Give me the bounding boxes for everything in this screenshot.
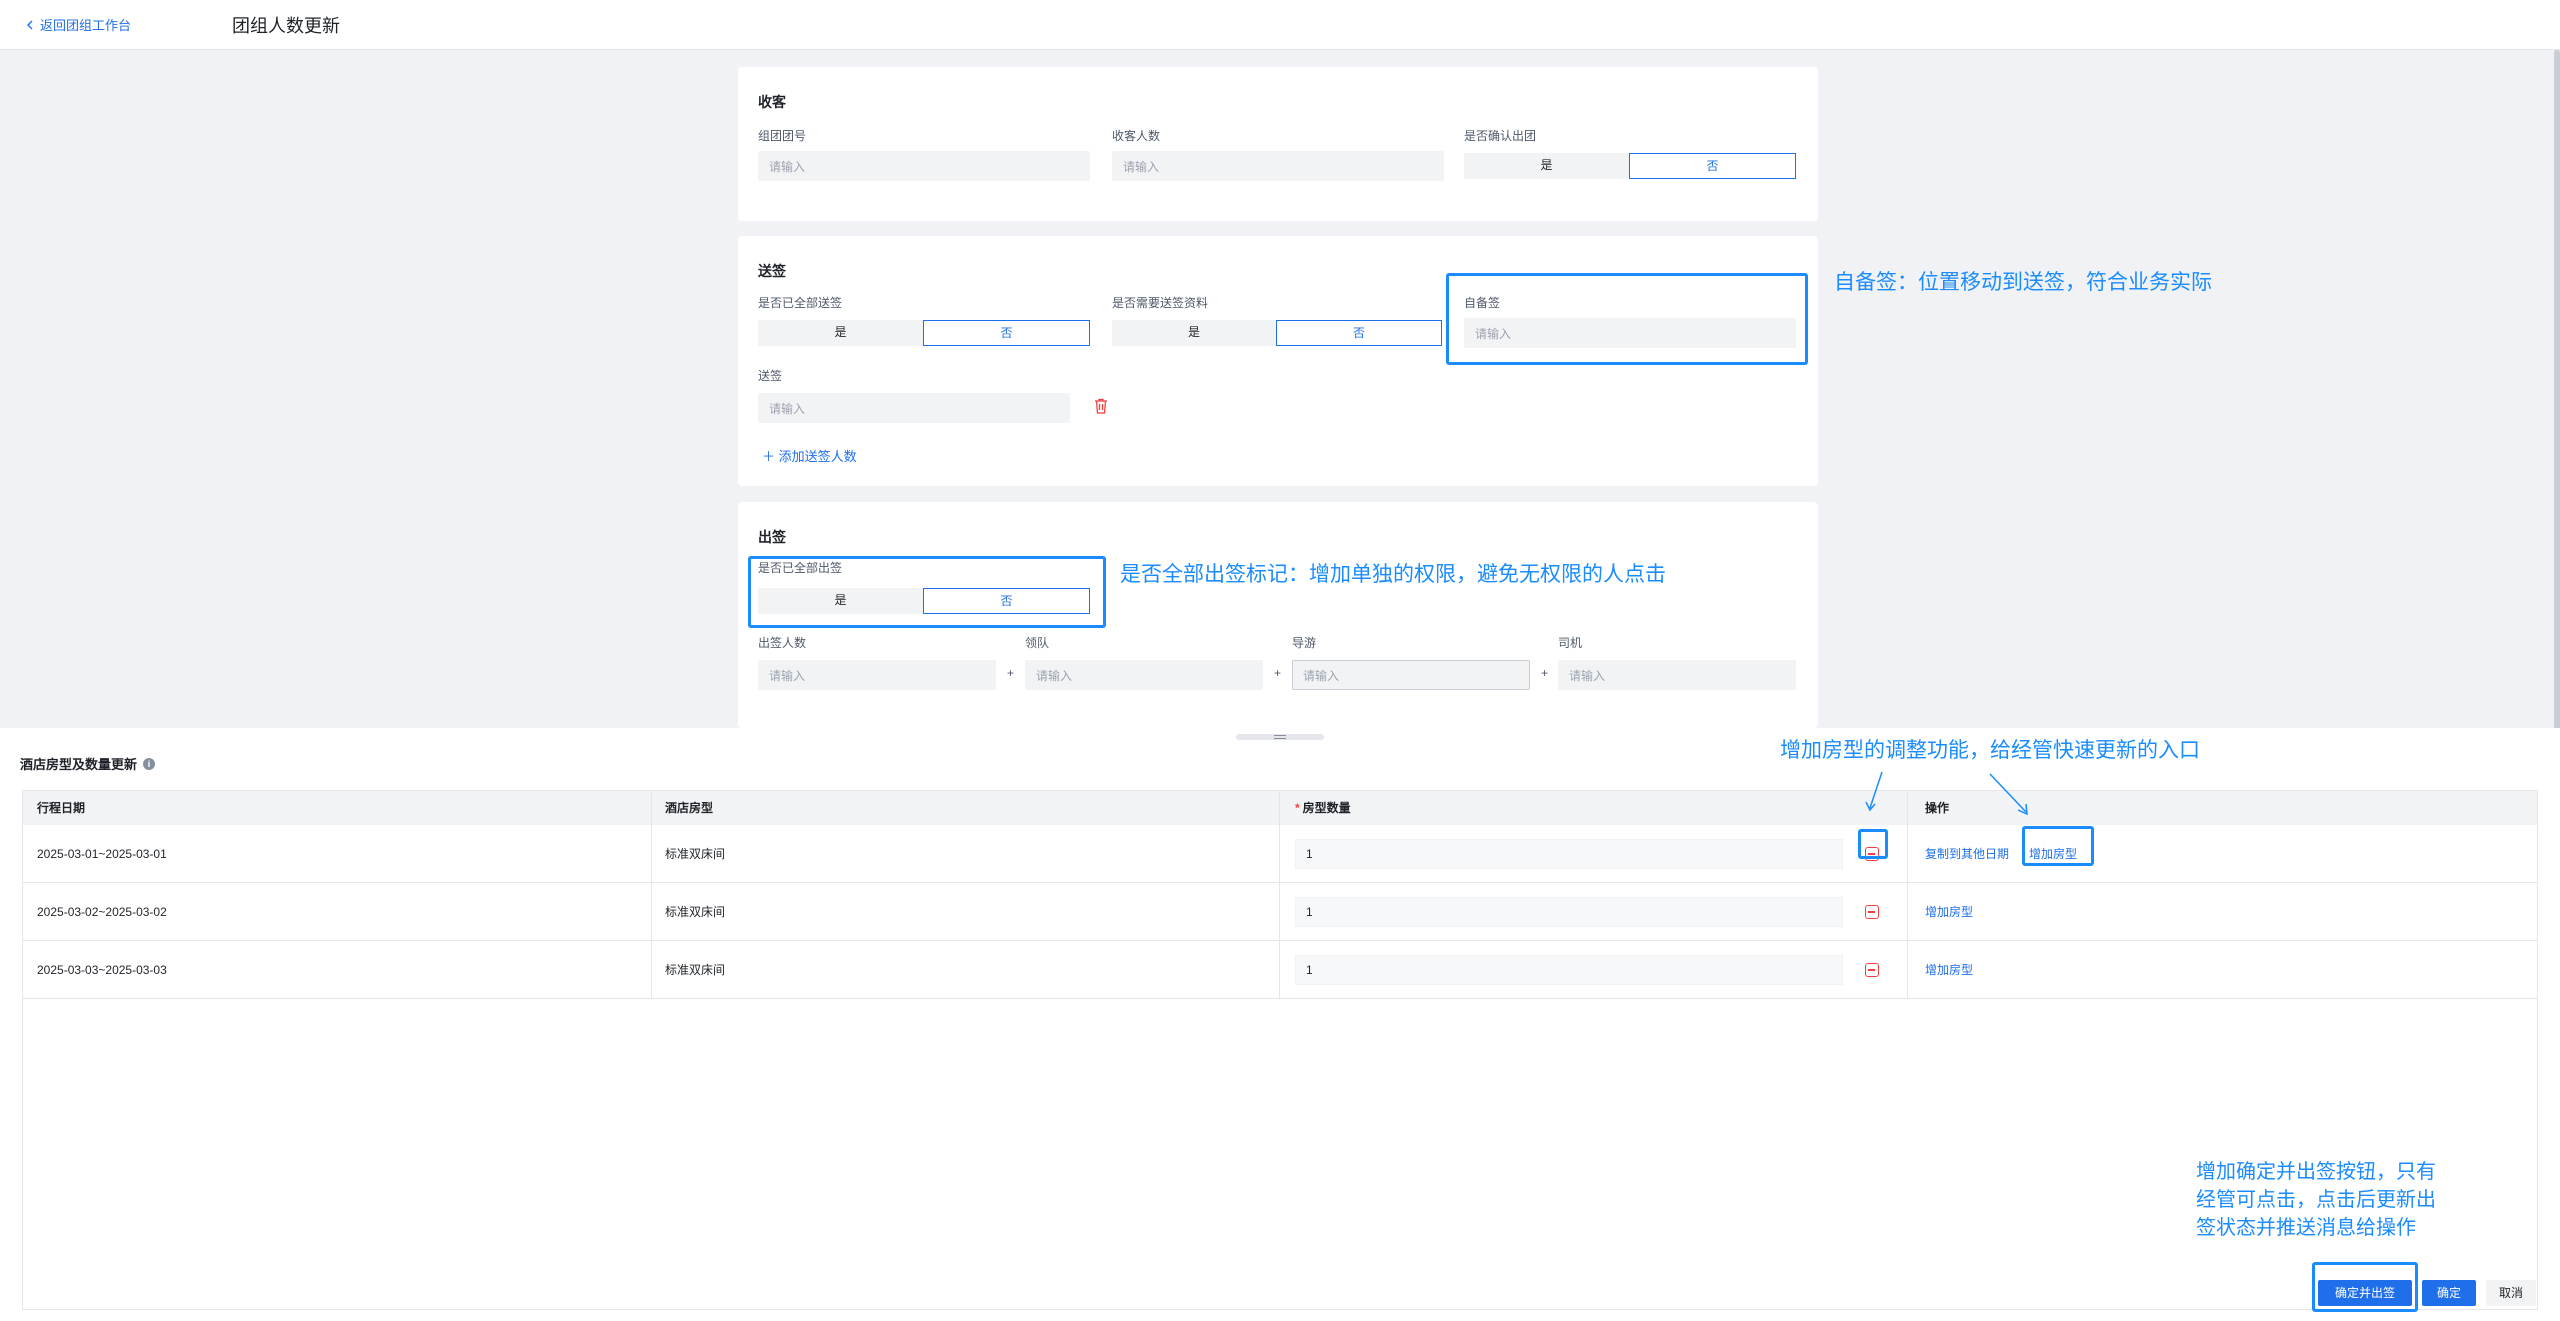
confirm-and-out-button[interactable]: 确定并出签 — [2318, 1280, 2412, 1306]
annotation-confirm-out: 增加确定并出签按钮，只有 经管可点击，点击后更新出 签状态并推送消息给操作 — [2196, 1158, 2436, 1242]
annotation-arrows — [1865, 771, 2028, 816]
grip-icon — [1274, 735, 1286, 739]
row-date: 2025-03-03~2025-03-03 — [37, 963, 167, 977]
plus-separator: + — [1274, 666, 1282, 680]
row-date: 2025-03-02~2025-03-02 — [37, 905, 167, 919]
annotation-confirm-out-line: 经管可点击，点击后更新出 — [2196, 1189, 2436, 1211]
row-room: 标准双床间 — [665, 905, 726, 919]
remove-room-icon[interactable] — [1865, 905, 1879, 919]
annotation-self-visa: 自备签：位置移动到送签，符合业务实际 — [1834, 271, 2212, 294]
leader-input[interactable]: 请输入 — [1025, 660, 1263, 690]
remove-room-icon[interactable] — [1865, 963, 1879, 977]
cancel-button[interactable]: 取消 — [2486, 1280, 2536, 1306]
plus-separator: + — [1007, 666, 1015, 680]
guide-label: 导游 — [1292, 636, 1317, 650]
need-docs-label: 是否需要送签资料 — [1112, 296, 1209, 310]
row-date: 2025-03-01~2025-03-01 — [37, 847, 167, 861]
all-sent-yes[interactable]: 是 — [758, 320, 923, 346]
confirm-group-no[interactable]: 否 — [1629, 153, 1796, 179]
table-row: 2025-03-01~2025-03-01 标准双床间 1 复制到其他日期 增加… — [23, 825, 2537, 883]
group-no-label: 组团团号 — [758, 129, 807, 143]
row-room: 标准双床间 — [665, 963, 726, 977]
col-qty: * 房型数量 — [1295, 791, 1351, 825]
hotel-table: 行程日期 酒店房型 * 房型数量 操作 2025-03-01~2025-03-01… — [22, 790, 2538, 1310]
annotation-all-out: 是否全部出签标记：增加单独的权限，避免无权限的人点击 — [1120, 563, 1666, 586]
confirm-group-label: 是否确认出团 — [1464, 129, 1537, 143]
table-row: 2025-03-02~2025-03-02 标准双床间 1 增加房型 — [23, 883, 2537, 941]
leader-label: 领队 — [1025, 636, 1050, 650]
col-date: 行程日期 — [37, 801, 86, 815]
scrollbar-thumb[interactable] — [2554, 50, 2560, 730]
hotel-section-title: 酒店房型及数量更新 i — [20, 754, 156, 773]
qty-input[interactable]: 1 — [1295, 897, 1843, 927]
receive-card: 收客 组团团号 请输入 收客人数 请输入 是否确认出团 是 否 — [738, 67, 1818, 221]
trash-icon[interactable] — [1094, 398, 1108, 414]
chevron-left-icon — [27, 20, 33, 29]
copy-to-other-dates-link[interactable]: 复制到其他日期 — [1925, 825, 2009, 883]
hotel-title-text: 酒店房型及数量更新 — [20, 757, 138, 772]
guide-input[interactable]: 请输入 — [1292, 660, 1530, 690]
guest-count-label: 收客人数 — [1112, 129, 1161, 143]
add-send-count-label: 添加送签人数 — [778, 449, 857, 464]
add-send-count-link[interactable]: ＋ 添加送签人数 — [762, 446, 857, 465]
guest-count-input[interactable]: 请输入 — [1112, 151, 1444, 181]
back-link-label: 返回团组工作台 — [40, 18, 132, 33]
row-room: 标准双床间 — [665, 847, 726, 861]
receive-title: 收客 — [758, 94, 786, 110]
table-row: 2025-03-03~2025-03-03 标准双床间 1 增加房型 — [23, 941, 2537, 999]
annotation-box-remove — [1858, 829, 1888, 859]
page-title: 团组人数更新 — [232, 16, 340, 36]
required-mark: * — [1295, 801, 1300, 815]
confirm-group-yes[interactable]: 是 — [1464, 153, 1629, 179]
info-icon[interactable]: i — [143, 757, 156, 770]
add-room-type-link[interactable]: 增加房型 — [1925, 941, 1973, 999]
back-link[interactable]: 返回团组工作台 — [26, 15, 131, 34]
group-no-input[interactable]: 请输入 — [758, 151, 1090, 181]
all-sent-label: 是否已全部送签 — [758, 296, 843, 310]
confirm-button[interactable]: 确定 — [2422, 1280, 2476, 1306]
annotation-confirm-out-line: 增加确定并出签按钮，只有 — [2196, 1161, 2436, 1183]
annotation-box-add-room — [2022, 826, 2094, 866]
driver-label: 司机 — [1558, 636, 1583, 650]
send-input[interactable]: 请输入 — [758, 393, 1070, 423]
send-label: 送签 — [758, 369, 783, 383]
visa-out-title: 出签 — [758, 529, 786, 545]
top-bar: 返回团组工作台 团组人数更新 — [0, 0, 2560, 50]
driver-input[interactable]: 请输入 — [1558, 660, 1796, 690]
visa-send-title: 送签 — [758, 263, 786, 279]
annotation-box-self-visa — [1446, 273, 1808, 365]
qty-input[interactable]: 1 — [1295, 839, 1843, 869]
all-sent-toggle: 是 否 — [758, 320, 1090, 346]
need-docs-toggle: 是 否 — [1112, 320, 1442, 346]
plus-icon: ＋ — [762, 449, 779, 464]
col-room: 酒店房型 — [665, 801, 714, 815]
add-room-type-link[interactable]: 增加房型 — [1925, 883, 1973, 941]
need-docs-yes[interactable]: 是 — [1112, 320, 1276, 346]
out-count-label: 出签人数 — [758, 636, 807, 650]
plus-separator: + — [1541, 666, 1549, 680]
out-count-input[interactable]: 请输入 — [758, 660, 996, 690]
annotation-confirm-out-line: 签状态并推送消息给操作 — [2196, 1217, 2416, 1239]
annotation-room-adjust: 增加房型的调整功能，给经管快速更新的入口 — [1780, 739, 2200, 762]
need-docs-no[interactable]: 否 — [1276, 320, 1442, 346]
hotel-panel: 酒店房型及数量更新 i 行程日期 酒店房型 * 房型数量 操作 2025-03-0… — [0, 728, 2560, 1321]
drag-handle[interactable] — [1236, 734, 1324, 740]
col-qty-label: 房型数量 — [1302, 801, 1351, 815]
confirm-group-toggle: 是 否 — [1464, 153, 1796, 179]
qty-input[interactable]: 1 — [1295, 955, 1843, 985]
annotation-box-all-out — [748, 556, 1106, 628]
all-sent-no[interactable]: 否 — [923, 320, 1090, 346]
table-header: 行程日期 酒店房型 * 房型数量 操作 — [23, 791, 2537, 825]
